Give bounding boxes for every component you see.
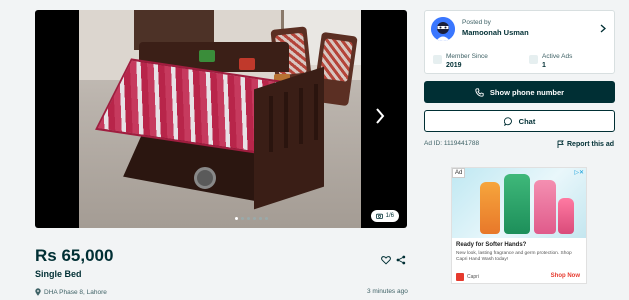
slide-dot[interactable] xyxy=(259,217,262,220)
ad-cta-button[interactable]: Shop Now xyxy=(551,273,580,279)
share-icon xyxy=(396,255,406,265)
favorite-button[interactable] xyxy=(381,252,391,265)
phone-icon xyxy=(475,87,484,97)
posted-time: 3 minutes ago xyxy=(367,288,408,295)
member-since-label: Member Since xyxy=(446,53,488,60)
ad-product-image[interactable] xyxy=(452,168,586,238)
slide-indicator xyxy=(235,217,268,220)
chevron-right-icon xyxy=(376,108,385,124)
active-ads-stat: Active Ads 1 xyxy=(529,53,572,69)
active-ads-value: 1 xyxy=(542,62,546,69)
slide-dot[interactable] xyxy=(247,217,250,220)
flag-icon xyxy=(557,140,564,148)
slide-dot[interactable] xyxy=(253,217,256,220)
ads-icon xyxy=(529,55,538,64)
ad-choices-icon[interactable]: ▷✕ xyxy=(574,169,584,176)
camera-icon xyxy=(375,213,383,219)
show-phone-label: Show phone number xyxy=(489,87,565,97)
ad-id: Ad ID: 1119441788 xyxy=(424,140,480,147)
report-ad-link[interactable]: Report this ad xyxy=(557,140,614,148)
seller-avatar xyxy=(431,17,455,41)
listing-photo[interactable] xyxy=(79,10,361,228)
slide-dot[interactable] xyxy=(241,217,244,220)
listing-title: Single Bed xyxy=(35,269,82,279)
listing-price: Rs 65,000 xyxy=(35,246,114,265)
calendar-icon xyxy=(433,55,442,64)
ad-brand: Capri xyxy=(456,273,479,281)
slide-dot[interactable] xyxy=(235,217,238,220)
chat-bubble-icon xyxy=(503,116,512,126)
ad-brand-name: Capri xyxy=(467,274,479,280)
chat-button[interactable]: Chat xyxy=(424,110,615,132)
ad-body: New look, lasting fragrance and germ pro… xyxy=(456,251,572,262)
show-phone-button[interactable]: Show phone number xyxy=(424,81,615,103)
image-gallery[interactable]: 1/6 xyxy=(35,10,407,228)
image-counter: 1/6 xyxy=(370,210,399,222)
listing-location: DHA Phase 8, Lahore xyxy=(35,288,107,296)
chat-label: Chat xyxy=(518,116,536,126)
seller-name[interactable]: Mamoonah Usman xyxy=(462,28,529,37)
member-since-stat: Member Since 2019 xyxy=(433,53,488,69)
seller-card[interactable]: Posted by Mamoonah Usman Member Since 20… xyxy=(424,10,615,74)
location-pin-icon xyxy=(35,288,41,296)
brand-logo-icon xyxy=(456,273,464,281)
avatar-illustration-icon xyxy=(431,17,455,41)
chevron-right-icon xyxy=(600,24,606,33)
listing-page: 1/6 Rs 65,000 Single Bed DHA Phase 8, La… xyxy=(0,0,629,300)
seller-profile-arrow[interactable] xyxy=(600,24,606,36)
heart-icon xyxy=(381,256,391,265)
ad-label: Ad xyxy=(452,168,466,178)
next-image-button[interactable] xyxy=(375,108,391,128)
ad-headline: Ready for Softer Hands? xyxy=(456,242,527,248)
share-button[interactable] xyxy=(396,252,406,265)
advertisement[interactable]: Ad ▷✕ Ready for Softer Hands? New look, … xyxy=(451,167,587,284)
slide-dot[interactable] xyxy=(265,217,268,220)
image-counter-text: 1/6 xyxy=(385,213,394,219)
report-ad-label: Report this ad xyxy=(567,140,615,148)
member-since-value: 2019 xyxy=(446,62,462,69)
posted-by-label: Posted by xyxy=(462,19,491,26)
location-text: DHA Phase 8, Lahore xyxy=(44,288,107,296)
active-ads-label: Active Ads xyxy=(542,53,573,60)
